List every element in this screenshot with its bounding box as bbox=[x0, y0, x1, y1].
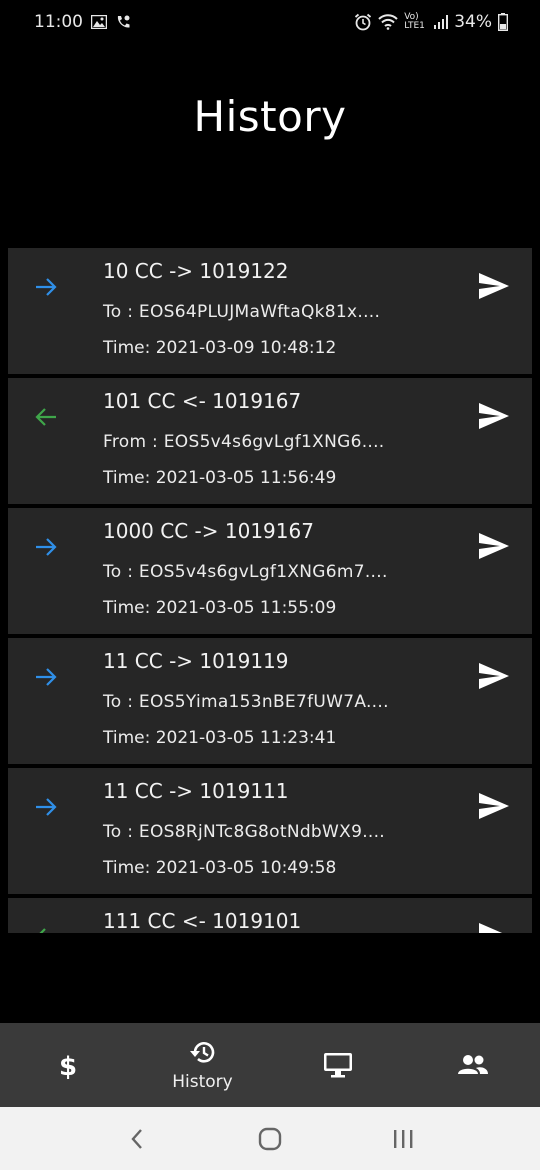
home-icon bbox=[258, 1127, 282, 1150]
transaction-time: Time: 2021-03-05 11:56:49 bbox=[103, 468, 337, 488]
send-icon[interactable] bbox=[478, 662, 510, 690]
history-item[interactable]: 11 CC -> 1019119 To : EOS5Yima153nBE7fUW7… bbox=[8, 638, 532, 764]
send-icon[interactable] bbox=[478, 402, 510, 430]
history-item[interactable]: 1000 CC -> 1019167 To : EOS5v4s6gvLgf1XNG… bbox=[8, 508, 532, 634]
arrow-right-icon bbox=[36, 278, 57, 296]
alarm-icon bbox=[354, 13, 372, 31]
back-button[interactable] bbox=[107, 1114, 167, 1164]
transaction-title: 111 CC <- 1019101 bbox=[103, 909, 302, 933]
battery-percent: 34% bbox=[454, 12, 492, 32]
back-icon bbox=[131, 1128, 142, 1149]
nav-item-history[interactable]: History bbox=[135, 1023, 270, 1107]
call-notification-icon bbox=[115, 14, 131, 30]
network-label: Vo) LTE1 bbox=[404, 12, 425, 31]
recents-icon bbox=[394, 1129, 413, 1148]
status-bar: 11:00 Vo) LTE1 34% bbox=[0, 0, 540, 44]
status-time: 11:00 bbox=[34, 12, 83, 32]
dollar-icon: $ bbox=[58, 1052, 76, 1080]
nav-label-history: History bbox=[172, 1072, 233, 1092]
status-left: 11:00 bbox=[34, 12, 131, 32]
people-icon bbox=[457, 1055, 488, 1074]
transaction-title: 10 CC -> 1019122 bbox=[103, 259, 289, 283]
send-icon[interactable] bbox=[478, 532, 510, 560]
history-item[interactable]: 101 CC <- 1019167 From : EOS5v4s6gvLgf1XN… bbox=[8, 378, 532, 504]
transaction-address: To : EOS5Yima153nBE7fUW7A.... bbox=[103, 692, 389, 712]
transaction-address: To : EOS5v4s6gvLgf1XNG6m7.... bbox=[103, 562, 388, 582]
send-icon[interactable] bbox=[478, 922, 510, 933]
transaction-address: To : EOS8RjNTc8G8otNdbWX9.... bbox=[103, 822, 386, 842]
transaction-title: 11 CC -> 1019119 bbox=[103, 649, 289, 673]
history-item[interactable]: 10 CC -> 1019122 To : EOS64PLUJMaWftaQk81… bbox=[8, 248, 532, 374]
monitor-icon bbox=[323, 1053, 352, 1078]
send-icon[interactable] bbox=[478, 792, 510, 820]
transaction-time: Time: 2021-03-05 10:49:58 bbox=[103, 858, 337, 878]
nav-item-wallet[interactable]: $ bbox=[0, 1023, 135, 1107]
transaction-time: Time: 2021-03-09 10:48:12 bbox=[103, 338, 337, 358]
home-button[interactable] bbox=[240, 1114, 300, 1164]
arrow-left-icon bbox=[39, 928, 46, 933]
battery-icon bbox=[498, 13, 508, 31]
arrow-left-icon bbox=[35, 408, 56, 426]
transaction-time: Time: 2021-03-05 11:55:09 bbox=[103, 598, 337, 618]
recents-button[interactable] bbox=[373, 1114, 433, 1164]
transaction-time: Time: 2021-03-05 11:23:41 bbox=[103, 728, 337, 748]
transaction-title: 11 CC -> 1019111 bbox=[103, 779, 289, 803]
system-nav-bar bbox=[0, 1107, 540, 1170]
transaction-title: 1000 CC -> 1019167 bbox=[103, 519, 314, 543]
page-title: History bbox=[193, 92, 347, 141]
signal-icon bbox=[434, 15, 449, 29]
nav-item-contacts[interactable] bbox=[405, 1023, 540, 1107]
transaction-address: From : EOS5v4s6gvLgf1XNG6.... bbox=[103, 432, 385, 452]
history-icon bbox=[189, 1042, 214, 1063]
history-list[interactable]: 10 CC -> 1019122 To : EOS64PLUJMaWftaQk81… bbox=[8, 248, 532, 933]
history-item[interactable]: 11 CC -> 1019111 To : EOS8RjNTc8G8otNdbWX… bbox=[8, 768, 532, 894]
transaction-address: To : EOS64PLUJMaWftaQk81x.... bbox=[103, 302, 381, 322]
arrow-right-icon bbox=[36, 798, 57, 816]
nav-item-monitor[interactable] bbox=[270, 1023, 405, 1107]
send-icon[interactable] bbox=[478, 272, 510, 300]
wifi-icon bbox=[378, 14, 398, 30]
bottom-nav: $ History bbox=[0, 1023, 540, 1107]
arrow-right-icon bbox=[36, 668, 57, 686]
lte-icon: Vo) LTE1 bbox=[404, 13, 428, 31]
history-item[interactable]: 111 CC <- 1019101 bbox=[8, 898, 532, 933]
transaction-title: 101 CC <- 1019167 bbox=[103, 389, 302, 413]
status-right: Vo) LTE1 34% bbox=[354, 12, 508, 32]
svg-text:$: $ bbox=[58, 1052, 76, 1080]
arrow-right-icon bbox=[36, 538, 57, 556]
image-notification-icon bbox=[91, 15, 107, 29]
